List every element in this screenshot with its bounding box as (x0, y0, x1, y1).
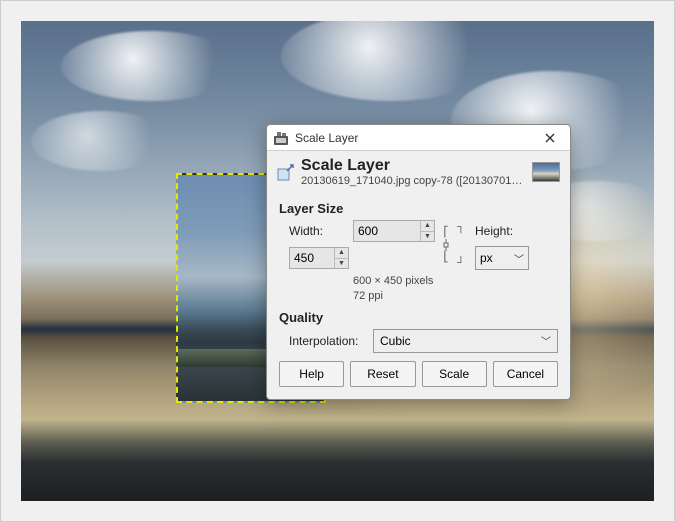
help-button[interactable]: Help (279, 361, 344, 387)
pixel-dimensions: 600 × 450 pixels (353, 274, 558, 289)
width-label: Width: (289, 224, 349, 238)
resolution-ppi: 72 ppi (353, 289, 558, 304)
unit-dropdown[interactable]: px ﹀ (475, 246, 529, 270)
height-field[interactable] (290, 248, 334, 268)
dialog-subtitle: 20130619_171040.jpg copy-78 ([20130701_.… (301, 175, 526, 187)
scale-button[interactable]: Scale (422, 361, 487, 387)
titlebar[interactable]: Scale Layer (267, 125, 570, 151)
width-step-up[interactable]: ▲ (421, 221, 434, 232)
interpolation-value: Cubic (380, 334, 411, 348)
app-icon (273, 130, 289, 146)
close-icon (545, 133, 555, 143)
height-step-up[interactable]: ▲ (335, 248, 348, 259)
chevron-down-icon: ﹀ (514, 251, 524, 266)
layer-size-heading: Layer Size (279, 201, 558, 216)
layer-thumbnail (532, 162, 560, 182)
chevron-down-icon: ﹀ (541, 333, 551, 348)
dialog-header: Scale Layer 20130619_171040.jpg copy-78 … (267, 151, 570, 189)
scale-icon (277, 163, 295, 181)
width-step-down[interactable]: ▼ (421, 232, 434, 242)
reset-button[interactable]: Reset (350, 361, 415, 387)
cancel-button[interactable]: Cancel (493, 361, 558, 387)
interpolation-dropdown[interactable]: Cubic ﹀ (373, 329, 558, 353)
width-field[interactable] (354, 221, 420, 241)
quality-heading: Quality (279, 310, 558, 325)
height-label: Height: (475, 224, 535, 238)
height-input[interactable]: ▲ ▼ (289, 247, 349, 269)
dialog-title: Scale Layer (301, 157, 526, 175)
chain-link-icon[interactable]: ⎡ ⎣ (439, 221, 453, 269)
dimension-bracket: ┐┘ (457, 221, 471, 269)
scale-layer-dialog: Scale Layer Scale Layer 20130619_171040.… (266, 124, 571, 400)
unit-value: px (480, 251, 493, 265)
window-title: Scale Layer (295, 131, 534, 145)
close-button[interactable] (534, 128, 566, 148)
width-input[interactable]: ▲ ▼ (353, 220, 435, 242)
interpolation-label: Interpolation: (289, 334, 367, 348)
height-step-down[interactable]: ▼ (335, 259, 348, 269)
